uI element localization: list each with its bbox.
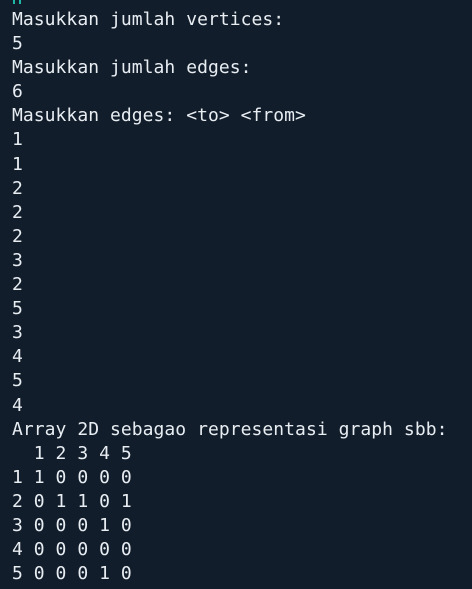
edge-input-line: 2 (12, 201, 23, 223)
edge-input-line: 1 (12, 153, 23, 175)
edge-input-line: 2 (12, 274, 23, 296)
edge-input-line: 2 (12, 225, 23, 247)
edge-input-line: 3 (12, 322, 23, 344)
adjacency-matrix-row: 2 0 1 1 0 1 (12, 490, 132, 512)
adjacency-matrix-header: 1 2 3 4 5 (12, 442, 132, 464)
edge-input-line: 1 (12, 129, 23, 151)
prompt-vertices: Masukkan jumlah vertices: (12, 9, 285, 30)
adjacency-matrix-row: 3 0 0 0 1 0 (12, 514, 132, 536)
adjacency-matrix-row: 1 1 0 0 0 0 (12, 466, 132, 488)
adjacency-matrix-title: Array 2D sebagao representasi graph sbb: (12, 418, 448, 440)
terminal-cursor-fragment (13, 0, 21, 4)
edge-input-line: 4 (12, 346, 23, 368)
edge-input-line: 5 (12, 298, 23, 320)
edge-input-line: 2 (12, 177, 23, 199)
prompt-edge-pairs: Masukkan edges: <to> <from> (12, 105, 306, 127)
input-vertices-value: 5 (12, 33, 23, 55)
input-edges-value: 6 (12, 81, 23, 103)
adjacency-matrix-row: 5 0 0 0 1 0 (12, 563, 132, 585)
edge-input-line: 3 (12, 249, 23, 271)
prompt-edges: Masukkan jumlah edges: (12, 57, 252, 79)
edge-input-line: 4 (12, 394, 23, 416)
adjacency-matrix-row: 4 0 0 0 0 0 (12, 539, 132, 561)
terminal-output[interactable]: Masukkan jumlah vertices: 5 Masukkan jum… (0, 0, 472, 589)
edge-input-line: 5 (12, 370, 23, 392)
terminal-lines: Masukkan jumlah vertices: 5 Masukkan jum… (12, 8, 447, 586)
